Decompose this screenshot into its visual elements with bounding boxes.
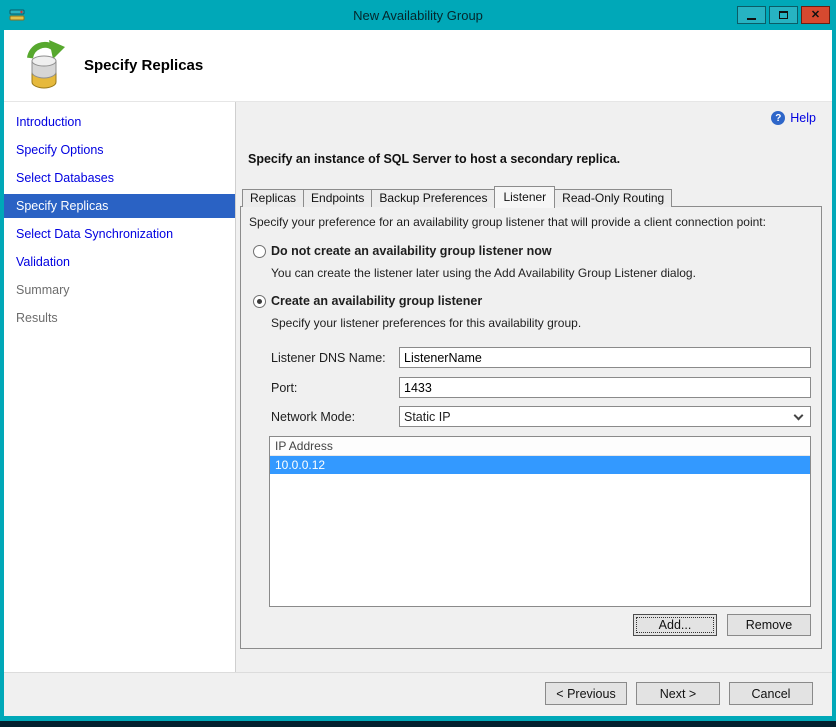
close-icon: ✕ <box>810 8 821 21</box>
radio-no-listener[interactable] <box>253 245 266 258</box>
window-icon <box>9 7 25 23</box>
radio-no-listener-description: You can create the listener later using … <box>271 266 696 280</box>
port-label: Port: <box>271 381 298 395</box>
minimize-button[interactable] <box>737 6 766 24</box>
maximize-icon <box>779 11 788 19</box>
help-link[interactable]: ? Help <box>771 111 816 125</box>
close-button[interactable]: ✕ <box>801 6 830 24</box>
network-mode-label: Network Mode: <box>271 410 356 424</box>
tab-read-only-routing[interactable]: Read-Only Routing <box>554 189 673 207</box>
availability-group-icon <box>20 40 68 92</box>
radio-no-listener-label[interactable]: Do not create an availability group list… <box>271 244 552 258</box>
network-mode-select[interactable]: Static IP <box>399 406 811 427</box>
sidebar-item-summary: Summary <box>16 283 70 297</box>
listener-tab-panel: Specify your preference for an availabil… <box>240 206 822 649</box>
ip-address-column-header: IP Address <box>270 437 810 456</box>
page-title: Specify Replicas <box>84 57 204 74</box>
instruction-text: Specify an instance of SQL Server to hos… <box>248 152 621 166</box>
cancel-button[interactable]: Cancel <box>729 682 813 705</box>
window-controls: ✕ <box>737 6 830 24</box>
add-button[interactable]: Add... <box>633 614 717 636</box>
wizard-header: Specify Replicas <box>4 30 832 102</box>
listener-intro-text: Specify your preference for an availabil… <box>249 215 766 229</box>
help-icon: ? <box>771 111 786 125</box>
tab-listener[interactable]: Listener <box>494 186 556 208</box>
tab-endpoints[interactable]: Endpoints <box>303 189 373 207</box>
previous-button[interactable]: < Previous <box>545 682 627 705</box>
sidebar-item-select-data-synchronization[interactable]: Select Data Synchronization <box>4 222 235 246</box>
ip-address-list[interactable]: IP Address 10.0.0.12 <box>269 436 811 607</box>
sidebar-item-select-databases[interactable]: Select Databases <box>4 166 235 190</box>
radio-create-listener-label[interactable]: Create an availability group listener <box>271 294 482 308</box>
sidebar-item-specify-replicas[interactable]: Specify Replicas <box>4 194 235 218</box>
sidebar-item-results: Results <box>16 311 58 325</box>
radio-create-listener-description: Specify your listener preferences for th… <box>271 316 582 330</box>
sidebar-item-specify-options[interactable]: Specify Options <box>4 138 235 162</box>
sidebar-item-introduction[interactable]: Introduction <box>4 110 235 134</box>
dns-name-label: Listener DNS Name: <box>271 351 386 365</box>
wizard-footer: < Previous Next > Cancel <box>4 672 832 716</box>
titlebar[interactable]: New Availability Group ✕ <box>0 0 836 30</box>
maximize-button[interactable] <box>769 6 798 24</box>
help-label: Help <box>790 111 816 125</box>
radio-create-listener[interactable] <box>253 295 266 308</box>
tab-backup-preferences[interactable]: Backup Preferences <box>371 189 496 207</box>
remove-button[interactable]: Remove <box>727 614 811 636</box>
sidebar-item-validation[interactable]: Validation <box>4 250 235 274</box>
port-input[interactable] <box>399 377 811 398</box>
ip-address-row[interactable]: 10.0.0.12 <box>270 456 810 474</box>
next-button[interactable]: Next > <box>636 682 720 705</box>
network-mode-value: Static IP <box>404 409 451 424</box>
dialog-client-area: Specify Replicas Introduction Specify Op… <box>4 30 832 716</box>
tab-strip: Replicas Endpoints Backup Preferences Li… <box>242 185 673 208</box>
chevron-down-icon <box>790 410 806 420</box>
minimize-icon <box>747 17 756 20</box>
dns-name-input[interactable] <box>399 347 811 368</box>
window-title: New Availability Group <box>353 7 483 23</box>
tab-replicas[interactable]: Replicas <box>242 189 305 207</box>
window-bottom-edge <box>0 721 836 727</box>
wizard-steps-sidebar: Introduction Specify Options Select Data… <box>4 102 236 672</box>
